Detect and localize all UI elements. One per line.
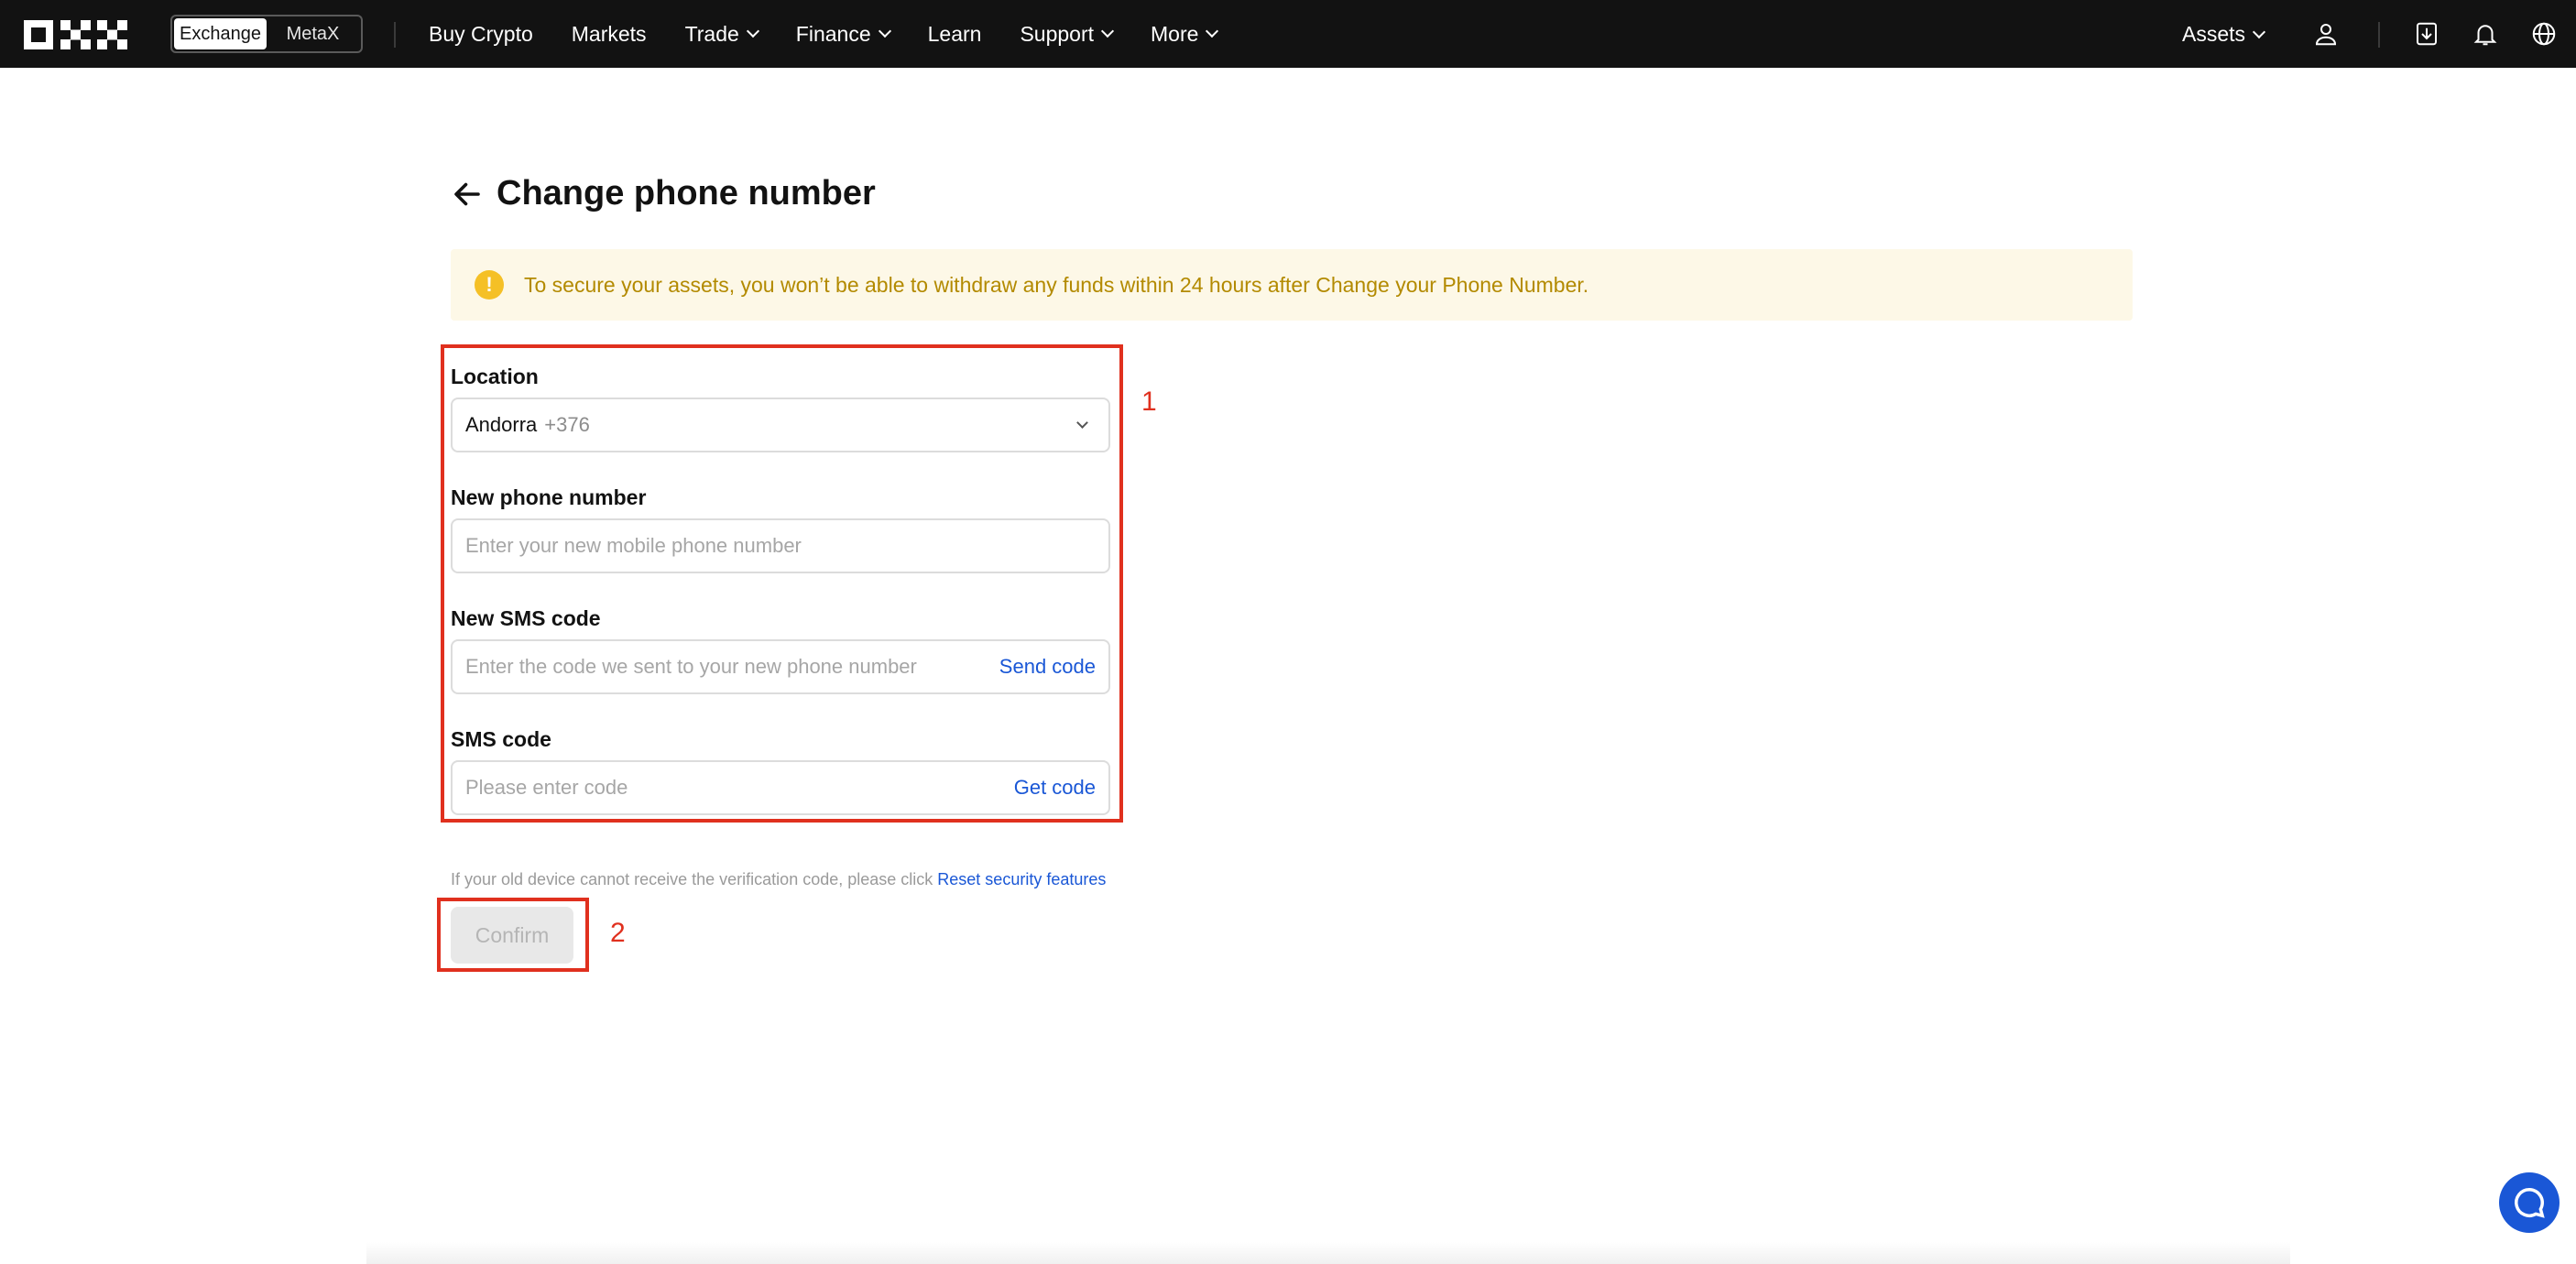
nav-divider — [2378, 22, 2380, 48]
nav-label: Support — [1020, 21, 1095, 46]
annotation-box-1 — [441, 344, 1123, 823]
nav-markets[interactable]: Markets — [572, 22, 647, 47]
nav-divider — [394, 22, 396, 48]
chat-bubble-icon — [2515, 1188, 2545, 1218]
nav-finance[interactable]: Finance — [795, 21, 891, 47]
chevron-down-icon — [878, 24, 891, 38]
assets-label: Assets — [2182, 22, 2246, 46]
metax-tab[interactable]: MetaX — [267, 18, 359, 49]
exchange-metax-toggle: Exchange MetaX — [170, 15, 363, 53]
nav-trade[interactable]: Trade — [684, 21, 759, 47]
main-nav: Buy Crypto Markets Trade Finance Learn S… — [429, 0, 1255, 68]
warning-icon: ! — [475, 270, 504, 300]
nav-label: Learn — [927, 21, 982, 46]
reset-hint-text: If your old device cannot receive the ve… — [451, 870, 938, 888]
nav-buy-crypto[interactable]: Buy Crypto — [429, 22, 533, 47]
exchange-tab[interactable]: Exchange — [174, 18, 267, 49]
globe-icon[interactable] — [2528, 18, 2560, 49]
chevron-down-icon — [746, 24, 759, 38]
download-icon[interactable] — [2411, 18, 2442, 49]
reset-security-link[interactable]: Reset security features — [937, 870, 1106, 888]
nav-label: Trade — [684, 21, 739, 46]
okx-logo[interactable] — [24, 20, 134, 49]
chevron-down-icon — [1206, 24, 1219, 38]
reset-hint: If your old device cannot receive the ve… — [451, 870, 1106, 889]
nav-support[interactable]: Support — [1020, 21, 1115, 47]
nav-label: More — [1151, 21, 1199, 46]
chat-support-button[interactable] — [2499, 1172, 2560, 1233]
user-icon[interactable] — [2310, 18, 2341, 49]
back-arrow-icon[interactable] — [451, 178, 484, 211]
page-header: Change phone number — [451, 174, 876, 213]
bell-icon[interactable] — [2470, 18, 2501, 49]
annotation-box-2 — [437, 898, 589, 972]
chevron-down-icon — [2252, 25, 2266, 38]
nav-learn[interactable]: Learn — [928, 22, 982, 47]
page-bottom-edge — [366, 1242, 2290, 1264]
page-title: Change phone number — [497, 174, 876, 212]
warning-banner: ! To secure your assets, you won’t be ab… — [451, 249, 2133, 321]
nav-label: Markets — [571, 21, 647, 46]
assets-menu[interactable]: Assets — [2182, 22, 2266, 47]
annotation-number-1: 1 — [1141, 387, 1157, 417]
chevron-down-icon — [1100, 24, 1115, 38]
nav-label: Buy Crypto — [429, 21, 533, 46]
top-navbar: Exchange MetaX Buy Crypto Markets Trade … — [0, 0, 2576, 68]
nav-more[interactable]: More — [1151, 21, 1219, 47]
nav-label: Finance — [795, 21, 871, 46]
annotation-number-2: 2 — [610, 918, 626, 948]
warning-text: To secure your assets, you won’t be able… — [524, 272, 1589, 297]
